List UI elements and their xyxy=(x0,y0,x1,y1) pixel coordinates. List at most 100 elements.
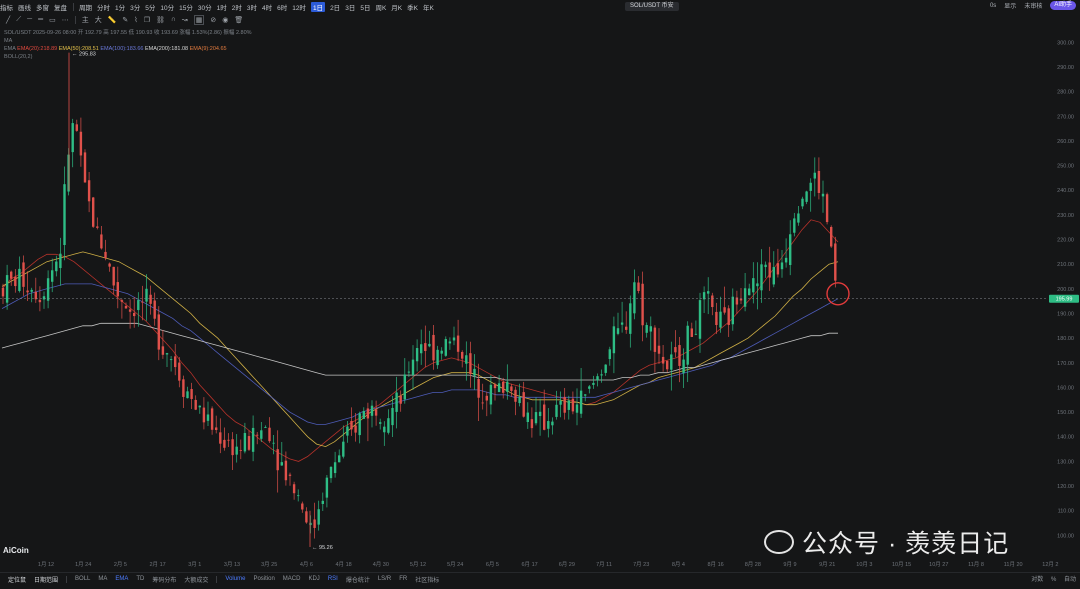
candle-body xyxy=(30,289,33,292)
chart-svg[interactable]: 100.00 110.00 120.00 130.00 140.00 150.00 160.… xyxy=(0,0,1080,584)
wechat-icon xyxy=(764,530,794,554)
candle-body xyxy=(227,439,230,441)
candle-body xyxy=(797,213,800,223)
candle-body xyxy=(567,400,570,410)
x-tick-label: 1月 24 xyxy=(75,561,91,568)
candle-body xyxy=(510,386,513,391)
indicator-lsr[interactable]: LS/R xyxy=(378,576,391,582)
candle-body xyxy=(292,484,296,494)
candle-body xyxy=(346,426,349,436)
x-tick-label: 3月 13 xyxy=(224,561,240,568)
indicator-large-trades[interactable]: 大额成交 xyxy=(184,575,208,584)
candle-body xyxy=(215,427,218,431)
candle-body xyxy=(133,312,136,317)
x-tick-label: 3月 25 xyxy=(261,561,277,568)
candle-body xyxy=(497,383,501,393)
ema-legend[interactable]: EMA EMA(20):218.89 EMA(50):208.51 EMA(10… xyxy=(4,45,252,53)
candle-body xyxy=(752,278,755,293)
indicator-position[interactable]: Position xyxy=(253,576,274,582)
ma-legend[interactable]: MA xyxy=(4,37,252,45)
price-chart[interactable]: 100.00 110.00 120.00 130.00 140.00 150.00 160.… xyxy=(0,0,1080,589)
y-tick-label: 220.00 xyxy=(1057,238,1074,244)
y-tick-label: 110.00 xyxy=(1058,509,1074,515)
candle-body xyxy=(280,462,283,466)
locate-mouse-button[interactable]: 定位鼠 xyxy=(8,575,26,584)
indicator-kdj[interactable]: KDJ xyxy=(308,576,319,582)
candle-body xyxy=(707,291,710,294)
percent-scale-toggle[interactable]: % xyxy=(1051,577,1056,583)
candle-body xyxy=(112,266,115,286)
candle-body xyxy=(202,407,206,423)
candle-body xyxy=(571,398,575,412)
candle-body xyxy=(14,276,17,287)
candle-body xyxy=(190,389,193,399)
indicator-volume[interactable]: Volume xyxy=(225,576,245,582)
date-range-button[interactable]: 日期范围 xyxy=(34,575,58,584)
indicator-rsi[interactable]: RSI xyxy=(328,576,338,582)
candle-body xyxy=(452,337,456,341)
y-tick-label: 200.00 xyxy=(1057,287,1074,293)
candle-body xyxy=(411,359,415,375)
candle-body xyxy=(657,345,661,354)
y-tick-label: 120.00 xyxy=(1057,484,1074,490)
indicator-chip-distribution[interactable]: 筹码分布 xyxy=(152,575,176,584)
candle-body xyxy=(620,322,624,325)
x-tick-label: 9月 9 xyxy=(783,561,796,568)
indicator-td[interactable]: TD xyxy=(136,576,144,582)
candle-body xyxy=(83,152,87,183)
candle-body xyxy=(526,412,529,423)
boll-legend[interactable]: BOLL(20,2) xyxy=(4,53,252,61)
candle-body xyxy=(600,374,603,376)
candle-body xyxy=(436,349,439,366)
candle-body xyxy=(731,296,734,325)
indicator-fr[interactable]: FR xyxy=(399,576,407,582)
candle-body xyxy=(301,503,304,510)
x-tick-label: 8月 28 xyxy=(745,561,761,568)
candle-body xyxy=(137,300,140,311)
candle-body xyxy=(588,386,591,389)
indicator-liquidations[interactable]: 爆仓统计 xyxy=(346,575,370,584)
candle-body xyxy=(104,251,107,259)
candle-body xyxy=(305,511,308,523)
indicator-ema[interactable]: EMA xyxy=(115,576,128,582)
indicator-ma[interactable]: MA xyxy=(98,576,107,582)
y-tick-label: 140.00 xyxy=(1057,435,1074,441)
candle-body xyxy=(329,466,333,479)
candle-body xyxy=(534,412,538,424)
x-tick-label: 2月 17 xyxy=(149,561,165,568)
candle-body xyxy=(116,282,119,297)
candle-body xyxy=(223,439,226,448)
x-tick-label: 7月 11 xyxy=(596,561,612,568)
indicator-community[interactable]: 社区指标 xyxy=(415,575,439,584)
x-tick-label: 9月 21 xyxy=(819,561,835,568)
candle-body xyxy=(92,197,95,227)
candle-body xyxy=(584,394,587,396)
candle-body xyxy=(596,376,599,381)
candle-body xyxy=(22,262,25,287)
candle-body xyxy=(575,404,579,413)
candle-body xyxy=(530,419,534,429)
candle-body xyxy=(59,253,62,269)
candle-body xyxy=(485,395,488,401)
low-marker-label: ← 95.26 xyxy=(312,545,333,551)
candle-body xyxy=(161,346,165,355)
auto-scale-toggle[interactable]: 自动 xyxy=(1064,577,1076,583)
candle-body xyxy=(649,326,652,332)
candle-body xyxy=(87,180,91,202)
x-tick-label: 11月 20 xyxy=(1004,561,1023,568)
candle-body xyxy=(350,420,353,430)
log-scale-toggle[interactable]: 对数 xyxy=(1031,577,1043,583)
indicator-boll[interactable]: BOLL xyxy=(75,576,90,582)
candle-body xyxy=(625,326,628,330)
candle-body xyxy=(678,345,681,366)
y-tick-label: 280.00 xyxy=(1057,90,1074,96)
x-tick-label: 8月 16 xyxy=(707,561,723,568)
candle-body xyxy=(698,300,702,339)
candle-body xyxy=(538,411,542,417)
candle-body xyxy=(374,409,378,416)
indicator-macd[interactable]: MACD xyxy=(283,576,301,582)
candle-body xyxy=(547,421,550,429)
x-tick-label: 6月 5 xyxy=(486,561,499,568)
y-tick-label: 100.00 xyxy=(1057,533,1074,539)
candle-body xyxy=(383,426,386,433)
